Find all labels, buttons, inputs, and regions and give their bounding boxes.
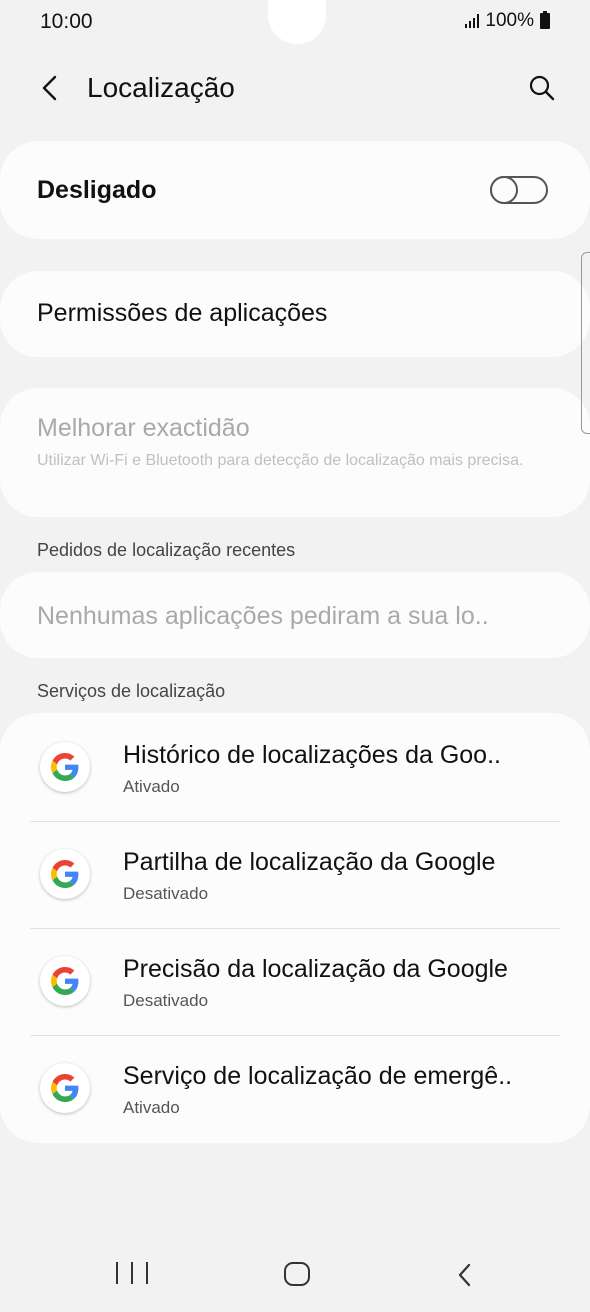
location-services-card: Histórico de localizações da Goo.. Ativa…: [0, 713, 590, 1143]
service-item-location-sharing[interactable]: Partilha de localização da Google Desati…: [0, 821, 590, 928]
back-arrow-icon: [458, 1263, 471, 1287]
service-item-location-accuracy[interactable]: Precisão da localização da Google Desati…: [0, 928, 590, 1035]
service-item-location-history[interactable]: Histórico de localizações da Goo.. Ativa…: [0, 713, 590, 820]
camera-notch: [268, 0, 326, 44]
improve-accuracy-description: Utilizar Wi-Fi e Bluetooth para detecção…: [37, 452, 524, 469]
google-icon: [40, 849, 90, 899]
service-title: Precisão da localização da Google: [123, 955, 508, 983]
chevron-left-icon: [42, 75, 57, 101]
service-title: Histórico de localizações da Goo..: [123, 741, 501, 769]
status-time: 10:00: [40, 10, 93, 33]
home-button[interactable]: [284, 1262, 310, 1286]
battery-percentage: 100%: [485, 10, 534, 31]
service-status: Desativado: [123, 991, 209, 1010]
service-item-emergency-location[interactable]: Serviço de localização de emergê.. Ativa…: [0, 1035, 590, 1142]
improve-accuracy-title: Melhorar exactidão: [37, 414, 250, 442]
service-status: Ativado: [123, 777, 180, 796]
toggle-thumb: [490, 176, 518, 204]
location-services-header: Serviços de localização: [37, 681, 226, 701]
navigation-bar: [0, 1240, 590, 1312]
service-title: Serviço de localização de emergê..: [123, 1062, 513, 1090]
nav-back-button[interactable]: [450, 1260, 480, 1290]
battery-icon: [540, 11, 550, 29]
scroll-indicator[interactable]: [581, 252, 590, 434]
app-permissions-card[interactable]: Permissões de aplicações: [0, 271, 590, 357]
recent-apps-button[interactable]: [116, 1262, 148, 1292]
service-title: Partilha de localização da Google: [123, 848, 496, 876]
recent-requests-empty-text: Nenhumas aplicações pediram a sua lo..: [37, 602, 489, 630]
recent-requests-header: Pedidos de localização recentes: [37, 540, 296, 560]
recent-apps-icon: [116, 1262, 118, 1284]
service-status: Desativado: [123, 884, 209, 903]
google-icon: [40, 742, 90, 792]
signal-icon: [465, 14, 480, 28]
google-icon: [40, 956, 90, 1006]
recent-requests-card: Nenhumas aplicações pediram a sua lo..: [0, 572, 590, 658]
improve-accuracy-card[interactable]: Melhorar exactidão Utilizar Wi-Fi e Blue…: [0, 388, 590, 517]
app-header: Localização: [0, 60, 590, 116]
google-icon: [40, 1063, 90, 1113]
service-status: Ativado: [123, 1098, 180, 1117]
status-indicators: 100%: [465, 10, 550, 32]
back-button[interactable]: [30, 68, 70, 108]
status-bar: 10:00 100%: [0, 0, 590, 44]
search-icon: [529, 75, 555, 101]
location-toggle-switch[interactable]: [490, 172, 550, 208]
app-permissions-label: Permissões de aplicações: [37, 299, 328, 327]
page-title: Localização: [87, 72, 235, 103]
search-button[interactable]: [522, 68, 562, 108]
location-toggle-label: Desligado: [37, 176, 157, 204]
